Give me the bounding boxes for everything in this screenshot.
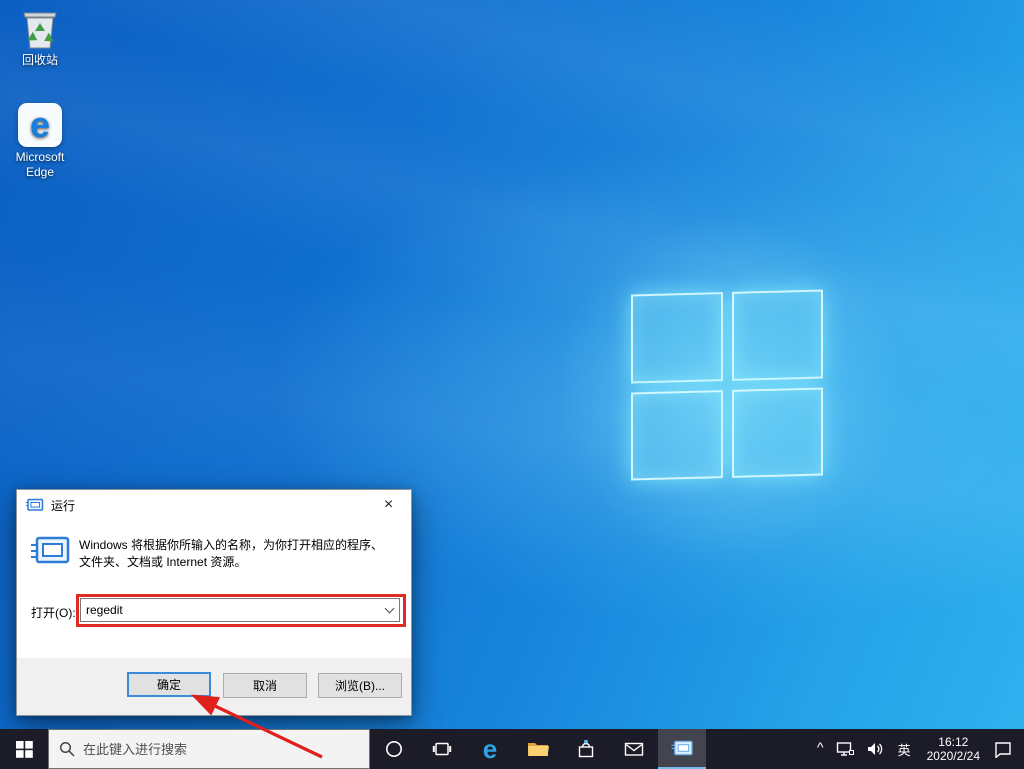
volume-button[interactable]	[860, 729, 890, 769]
store-button[interactable]	[562, 729, 610, 769]
cortana-button[interactable]	[370, 729, 418, 769]
recycle-bin-icon	[2, 6, 78, 50]
run-dialog-description-line2: 文件夹、文档或 Internet 资源。	[79, 554, 403, 571]
windows-logo-pane	[631, 292, 723, 383]
recycle-bin-label: 回收站	[2, 53, 78, 68]
light-beam	[0, 0, 1024, 509]
run-dialog-icon	[30, 535, 70, 565]
taskbar-search-box[interactable]	[48, 729, 370, 769]
ime-indicator[interactable]: 英	[890, 729, 919, 769]
run-dialog-titlebar[interactable]: 运行	[17, 490, 411, 520]
file-explorer-icon	[527, 740, 549, 758]
combobox-dropdown-button[interactable]	[380, 599, 399, 621]
tray-date: 2020/2/24	[927, 749, 980, 763]
run-dialog: 运行 × Windows 将根据你所输入的名称，为你打开相应的程序、 文件夹、文…	[16, 489, 412, 716]
file-explorer-button[interactable]	[514, 729, 562, 769]
edge-icon: e	[18, 103, 62, 147]
search-input[interactable]	[83, 742, 359, 757]
network-icon	[836, 741, 854, 757]
edge-shortcut[interactable]: e Microsoft Edge	[2, 103, 78, 180]
ok-button[interactable]: 确定	[127, 672, 211, 697]
edge-shortcut-label: Microsoft Edge	[2, 150, 78, 180]
action-center-icon	[994, 741, 1012, 758]
search-icon	[59, 741, 75, 757]
run-command-combobox[interactable]	[80, 598, 400, 622]
desktop: 回收站 e Microsoft Edge 运行 × Windows 将根	[0, 0, 1024, 769]
windows-logo	[631, 289, 823, 480]
cancel-button[interactable]: 取消	[223, 673, 307, 698]
task-view-button[interactable]	[418, 729, 466, 769]
taskbar: e	[0, 729, 1024, 769]
system-tray: ^ 英 16:12 2020/2/24	[811, 729, 1024, 769]
run-dialog-description-line1: Windows 将根据你所输入的名称，为你打开相应的程序、	[79, 537, 403, 554]
mail-icon	[624, 741, 644, 757]
run-app-taskbar-button[interactable]	[658, 729, 706, 769]
windows-logo-pane	[732, 387, 824, 478]
run-command-input[interactable]	[81, 599, 380, 621]
run-dialog-description: Windows 将根据你所输入的名称，为你打开相应的程序、 文件夹、文档或 In…	[79, 537, 403, 571]
open-label: 打开(O):	[31, 604, 76, 621]
chevron-down-icon	[385, 604, 395, 614]
run-icon	[26, 498, 44, 512]
run-dialog-title: 运行	[51, 497, 75, 514]
browse-button[interactable]: 浏览(B)...	[318, 673, 402, 698]
chevron-up-icon: ^	[817, 739, 824, 755]
light-beam	[0, 0, 1024, 386]
store-icon	[576, 739, 596, 759]
mail-button[interactable]	[610, 729, 658, 769]
clock[interactable]: 16:12 2020/2/24	[919, 729, 988, 769]
cortana-icon	[384, 739, 404, 759]
tray-time: 16:12	[938, 735, 968, 749]
edge-desktop-icon: e	[2, 103, 78, 147]
edge-icon: e	[483, 736, 497, 762]
task-view-icon	[432, 739, 452, 759]
windows-logo-pane	[631, 390, 723, 481]
close-icon[interactable]: ×	[366, 490, 411, 519]
action-center-button[interactable]	[988, 729, 1018, 769]
windows-logo-pane	[732, 289, 824, 380]
volume-icon	[866, 741, 884, 757]
start-icon	[16, 741, 33, 758]
edge-taskbar-button[interactable]: e	[466, 729, 514, 769]
network-button[interactable]	[830, 729, 860, 769]
run-app-icon	[671, 739, 693, 757]
hidden-icons-button[interactable]: ^	[811, 729, 830, 769]
recycle-bin-shortcut[interactable]: 回收站	[2, 6, 78, 68]
start-button[interactable]	[0, 729, 48, 769]
